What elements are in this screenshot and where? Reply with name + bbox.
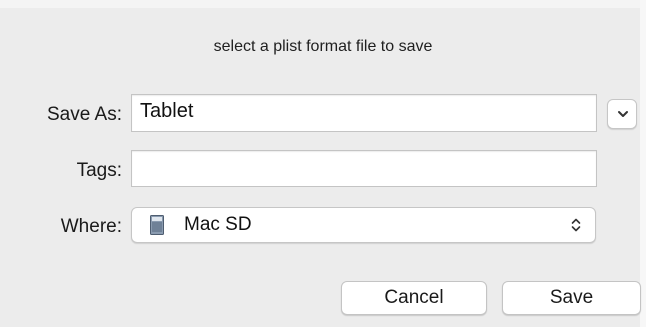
cancel-button[interactable]: Cancel <box>341 281 487 315</box>
save-button[interactable]: Save <box>502 281 641 315</box>
tags-field[interactable] <box>131 150 597 187</box>
where-label: Where: <box>60 216 122 237</box>
where-popup-button[interactable]: Mac SD <box>131 207 596 243</box>
save-as-field[interactable]: Tablet <box>131 94 597 132</box>
expand-dialog-button[interactable] <box>607 99 637 129</box>
up-down-chevron-icon <box>571 218 581 232</box>
disk-icon <box>150 215 164 235</box>
save-dialog: select a plist format file to save Save … <box>0 0 646 327</box>
save-as-value: Tablet <box>140 100 194 122</box>
where-selected: Mac SD <box>184 214 252 235</box>
tags-label: Tags: <box>76 160 122 181</box>
dialog-prompt: select a plist format file to save <box>213 38 433 55</box>
save-as-label: Save As: <box>47 104 122 125</box>
chevron-down-icon <box>618 111 628 117</box>
dialog-top-edge <box>0 0 646 8</box>
